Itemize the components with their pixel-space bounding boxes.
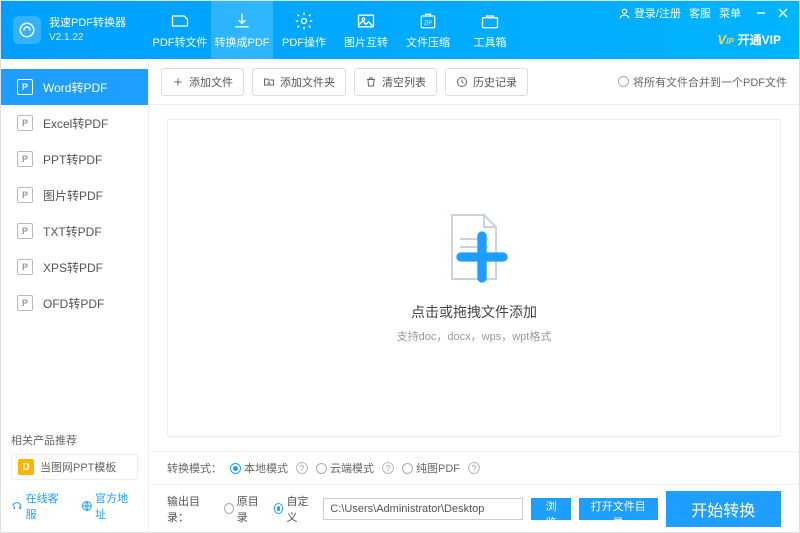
radio-icon (230, 463, 241, 474)
help-icon[interactable]: ? (468, 462, 480, 474)
output-custom[interactable]: 自定义 (274, 493, 316, 525)
nav-label: PDF操作 (282, 34, 326, 50)
user-icon (618, 7, 631, 20)
app-logo: 我速PDF转换器 V2.1.22 (1, 16, 149, 44)
minimize-button[interactable] (753, 5, 769, 21)
nav-pdf-to-file[interactable]: PDF转文件 (149, 1, 211, 59)
nav-pdf-ops[interactable]: PDF操作 (273, 1, 335, 59)
help-icon[interactable]: ? (296, 462, 308, 474)
trash-icon (365, 76, 377, 88)
file-icon: P (17, 151, 33, 167)
clear-button[interactable]: 清空列表 (354, 68, 437, 96)
dropzone-subtitle: 支持doc，docx，wps，wpt格式 (397, 328, 552, 344)
sidebar-item-ofd[interactable]: P OFD转PDF (1, 285, 148, 321)
file-icon: P (17, 115, 33, 131)
promo-icon: D (18, 459, 34, 475)
radio-icon (402, 463, 413, 474)
headset-icon (11, 500, 23, 512)
sidebar-item-label: 图片转PDF (43, 187, 103, 204)
mode-cloud[interactable]: 云端模式 (316, 460, 374, 476)
sidebar-item-txt[interactable]: P TXT转PDF (1, 213, 148, 249)
radio-icon (224, 503, 234, 514)
radio-icon (618, 76, 629, 87)
sidebar-item-label: PPT转PDF (43, 151, 102, 168)
menu-link[interactable]: 菜单 (719, 5, 741, 21)
nav-image-convert[interactable]: 图片互转 (335, 1, 397, 59)
promo-title: 相关产品推荐 (11, 432, 138, 448)
close-button[interactable] (775, 5, 791, 21)
sidebar-item-label: Word转PDF (43, 79, 107, 96)
vip-icon: VIP (717, 32, 733, 47)
sidebar-item-label: Excel转PDF (43, 115, 108, 132)
sidebar-item-excel[interactable]: P Excel转PDF (1, 105, 148, 141)
nav-toolbox[interactable]: 工具箱 (459, 1, 521, 59)
start-convert-button[interactable]: 开始转换 (666, 491, 781, 527)
add-file-button[interactable]: 添加文件 (161, 68, 244, 96)
nav-compress[interactable]: ZIP 文件压缩 (397, 1, 459, 59)
vip-badge[interactable]: VIP 开通VIP (717, 31, 781, 48)
output-label: 输出目录： (167, 493, 216, 525)
nav-label: 文件压缩 (406, 34, 450, 50)
file-icon: P (17, 79, 33, 95)
folder-plus-icon (263, 76, 275, 88)
nav-label: 工具箱 (474, 34, 507, 50)
mode-pure[interactable]: 纯图PDF (402, 460, 460, 476)
file-icon: P (17, 259, 33, 275)
nav-label: 图片互转 (344, 34, 388, 50)
open-folder-button[interactable]: 打开文件目录 (579, 498, 658, 520)
sidebar-item-ppt[interactable]: P PPT转PDF (1, 141, 148, 177)
app-title: 我速PDF转换器 (49, 16, 126, 30)
nav-label: PDF转文件 (153, 34, 208, 50)
dropzone-title: 点击或拖拽文件添加 (411, 302, 537, 322)
logo-icon (13, 16, 41, 44)
login-link[interactable]: 登录/注册 (618, 5, 681, 21)
history-button[interactable]: 历史记录 (445, 68, 528, 96)
svg-text:ZIP: ZIP (424, 20, 432, 26)
sidebar-item-label: TXT转PDF (43, 223, 102, 240)
sidebar-item-word[interactable]: P Word转PDF (1, 69, 148, 105)
dropzone[interactable]: 点击或拖拽文件添加 支持doc，docx，wps，wpt格式 (167, 119, 781, 437)
app-version: V2.1.22 (49, 31, 126, 44)
promo-text: 当图网PPT模板 (40, 459, 116, 475)
radio-icon (274, 503, 284, 514)
clock-icon (456, 76, 468, 88)
mode-local[interactable]: 本地模式 (230, 460, 288, 476)
official-site-link[interactable]: 官方地址 (81, 490, 139, 522)
help-icon[interactable]: ? (382, 462, 394, 474)
nav-to-pdf[interactable]: 转换成PDF (211, 1, 273, 59)
file-icon: P (17, 295, 33, 311)
sidebar-item-label: XPS转PDF (43, 259, 103, 276)
output-original[interactable]: 原目录 (224, 493, 266, 525)
sidebar-item-label: OFD转PDF (43, 295, 104, 312)
mode-label: 转换模式： (167, 460, 222, 476)
globe-icon (81, 500, 93, 512)
file-icon: P (17, 187, 33, 203)
output-path-input[interactable] (323, 498, 523, 520)
plus-icon (172, 76, 184, 88)
sidebar-item-image[interactable]: P 图片转PDF (1, 177, 148, 213)
browse-button[interactable]: 浏览 (531, 498, 571, 520)
promo-link[interactable]: D 当图网PPT模板 (11, 454, 138, 480)
radio-icon (316, 463, 327, 474)
add-folder-button[interactable]: 添加文件夹 (252, 68, 346, 96)
merge-option[interactable]: 将所有文件合并到一个PDF文件 (618, 74, 787, 90)
nav-label: 转换成PDF (215, 34, 270, 50)
document-icon (446, 213, 502, 288)
online-support-link[interactable]: 在线客服 (11, 490, 69, 522)
plus-icon (454, 222, 510, 292)
sidebar-item-xps[interactable]: P XPS转PDF (1, 249, 148, 285)
support-link[interactable]: 客服 (689, 5, 711, 21)
file-icon: P (17, 223, 33, 239)
